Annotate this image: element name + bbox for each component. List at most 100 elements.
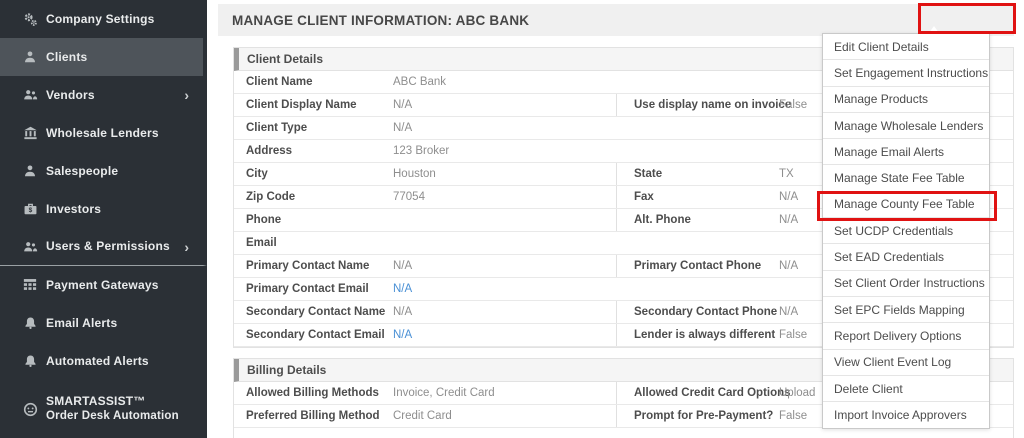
bell-icon: [0, 354, 46, 368]
sidebar-item-clients[interactable]: Clients: [0, 38, 207, 76]
field-label: Address: [246, 145, 293, 157]
sidebar-item-label: Email Alerts: [46, 315, 118, 330]
field-value: N/A: [779, 260, 799, 272]
bank-icon: [0, 126, 46, 140]
field-label: City: [246, 168, 268, 180]
menu-item-manage-county-fee-table[interactable]: Manage County Fee Table: [823, 191, 989, 219]
field-value: TX: [779, 168, 794, 180]
field-value: 77054: [393, 191, 425, 203]
sidebar-item-label: Company Settings: [46, 11, 155, 26]
field-value: Upload: [779, 387, 816, 399]
sidebar-item-label: Investors: [46, 201, 102, 216]
people-icon: [0, 240, 46, 254]
sidebar-item-users-permissions[interactable]: Users & Permissions ›: [0, 228, 207, 266]
section-title: Client Details: [247, 52, 324, 66]
field-label: Secondary Contact Name: [246, 306, 386, 318]
field-label: Use display name on invoice: [634, 99, 792, 111]
sidebar-item-label: Automated Alerts: [46, 353, 149, 368]
menu-item-manage-state-fee-table[interactable]: Manage State Fee Table: [823, 165, 989, 192]
field-label: Phone: [246, 214, 282, 226]
sidebar: Company Settings Clients Vendors › Wholesale…: [0, 0, 207, 438]
gears-icon: [0, 12, 46, 27]
field-cell: Primary Contact Name N/A: [234, 255, 616, 277]
field-value: N/A: [393, 260, 413, 272]
sidebar-item-smartassist[interactable]: SMARTASSIST™ Order Desk Automation: [0, 380, 207, 438]
field-value: Invoice, Credit Card: [393, 387, 495, 399]
sidebar-item-automated-alerts[interactable]: Automated Alerts: [0, 342, 207, 380]
menu-caret-icon: [929, 26, 939, 33]
menu-item-edit-client-details[interactable]: Edit Client Details: [823, 34, 989, 61]
people-icon: [0, 88, 46, 102]
sidebar-item-wholesale-lenders[interactable]: Wholesale Lenders: [0, 114, 207, 152]
field-cell: Client Name ABC Bank: [234, 71, 616, 93]
menu-item-set-ucdp-credentials[interactable]: Set UCDP Credentials: [823, 218, 989, 245]
sidebar-item-email-alerts[interactable]: Email Alerts: [0, 304, 207, 342]
menu-item-delete-client[interactable]: Delete Client: [823, 375, 989, 403]
table-row: [234, 428, 1013, 438]
field-label: Allowed Billing Methods: [246, 387, 379, 399]
page-title: MANAGE CLIENT INFORMATION: ABC BANK: [232, 12, 530, 28]
field-value-link[interactable]: N/A: [393, 283, 412, 295]
sidebar-item-payment-gateways[interactable]: Payment Gateways: [0, 266, 207, 304]
field-cell: Secondary Contact Email N/A: [234, 324, 616, 346]
bell-icon: [0, 316, 46, 330]
field-value: N/A: [393, 122, 413, 134]
field-label: Alt. Phone: [634, 214, 691, 226]
chevron-right-icon: ›: [184, 238, 189, 255]
field-value: Houston: [393, 168, 436, 180]
field-label: Primary Contact Phone: [634, 260, 762, 272]
field-label: Client Name: [246, 76, 313, 88]
robot-icon: [0, 402, 46, 417]
field-value: False: [779, 329, 808, 341]
field-value: N/A: [779, 191, 799, 203]
field-label: Primary Contact Name: [246, 260, 370, 272]
field-value: Credit Card: [393, 410, 452, 422]
menu-item-set-epc-fields-mapping[interactable]: Set EPC Fields Mapping: [823, 296, 989, 324]
field-label: Secondary Contact Email: [246, 329, 385, 341]
field-label: Email: [246, 237, 277, 249]
field-cell: Preferred Billing Method Credit Card: [234, 405, 616, 427]
field-label: Preferred Billing Method: [246, 410, 380, 422]
menu-item-set-engagement-instructions[interactable]: Set Engagement Instructions: [823, 60, 989, 87]
sidebar-item-label: Clients: [46, 49, 88, 64]
sidebar-item-vendors[interactable]: Vendors ›: [0, 76, 207, 114]
menu-item-view-client-event-log[interactable]: View Client Event Log: [823, 349, 989, 376]
briefcase-icon: $: [0, 202, 46, 216]
field-value: False: [779, 99, 808, 111]
field-label: Primary Contact Email: [246, 283, 369, 295]
actions-dropdown-menu: Edit Client Details Set Engagement Instru…: [822, 33, 990, 430]
menu-item-manage-email-alerts[interactable]: Manage Email Alerts: [823, 139, 989, 166]
sidebar-item-company-settings[interactable]: Company Settings: [0, 0, 207, 38]
field-value: N/A: [779, 214, 799, 226]
field-label: Zip Code: [246, 191, 296, 203]
sidebar-item-sublabel: Order Desk Automation: [46, 410, 179, 423]
sidebar-item-investors[interactable]: $ Investors: [0, 190, 207, 228]
sidebar-item-label: Wholesale Lenders: [46, 125, 159, 140]
field-label: Lender is always different: [634, 329, 776, 341]
sidebar-item-label: Payment Gateways: [46, 277, 159, 292]
menu-item-import-invoice-approvers[interactable]: Import Invoice Approvers: [823, 402, 989, 429]
field-cell: City Houston: [234, 163, 616, 185]
menu-item-set-ead-credentials[interactable]: Set EAD Credentials: [823, 244, 989, 271]
field-label: Allowed Credit Card Options: [634, 387, 791, 399]
field-value-link[interactable]: N/A: [393, 329, 412, 341]
sidebar-item-label: Salespeople: [46, 163, 119, 178]
menu-item-manage-products[interactable]: Manage Products: [823, 86, 989, 113]
menu-item-set-client-order-instructions[interactable]: Set Client Order Instructions: [823, 270, 989, 297]
field-cell: Client Type N/A: [234, 117, 616, 139]
field-value: False: [779, 410, 808, 422]
section-title: Billing Details: [247, 363, 327, 377]
menu-item-manage-wholesale-lenders[interactable]: Manage Wholesale Lenders: [823, 112, 989, 140]
svg-text:$: $: [28, 207, 32, 214]
sidebar-item-label: SMARTASSIST™ Order Desk Automation: [46, 394, 179, 423]
menu-item-report-delivery-options[interactable]: Report Delivery Options: [823, 323, 989, 350]
person-icon: [0, 164, 46, 178]
sidebar-item-salespeople[interactable]: Salespeople: [0, 152, 207, 190]
field-value: N/A: [393, 99, 413, 111]
field-value: N/A: [393, 306, 413, 318]
sidebar-item-label: Users & Permissions: [46, 239, 170, 253]
grid-icon: [0, 278, 46, 292]
field-cell: Allowed Billing Methods Invoice, Credit C…: [234, 382, 616, 404]
sidebar-item-label: Vendors: [46, 87, 95, 102]
field-cell: Email: [234, 232, 616, 254]
